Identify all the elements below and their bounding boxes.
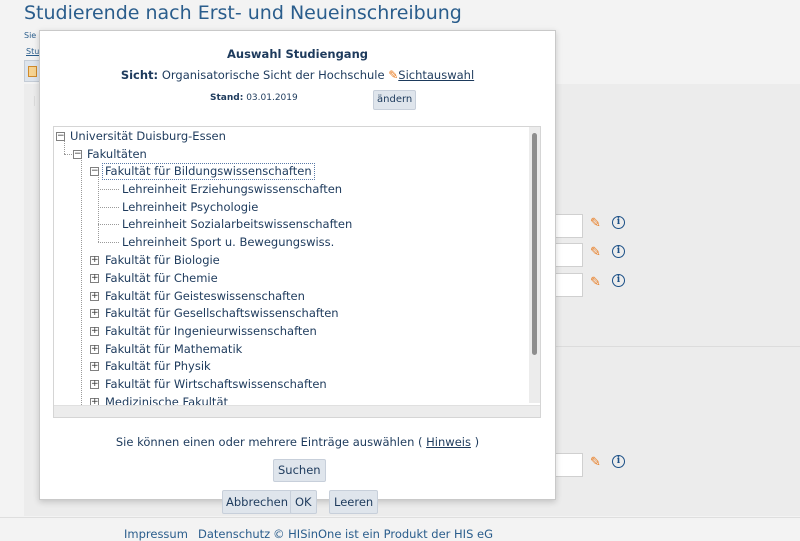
tree-node-faculty[interactable]: Fakultät für Geisteswissenschaften — [105, 289, 305, 304]
tree-node-faculty[interactable]: Fakultät für Wirtschaftswissenschaften — [105, 377, 327, 392]
horizontal-scrollbar[interactable] — [54, 405, 540, 417]
hint-link[interactable]: Hinweis — [426, 435, 471, 449]
toolbar-button[interactable] — [24, 60, 40, 82]
tree-line — [98, 242, 119, 243]
tree-node-faculty[interactable]: Fakultät für Physik — [105, 359, 211, 374]
tree-node-faculty[interactable]: Fakultät für Chemie — [105, 271, 218, 286]
vertical-scrollbar[interactable] — [529, 127, 540, 403]
page-subtitle: Sie — [24, 31, 37, 40]
tree-node-faculty[interactable]: Fakultät für Ingenieurwissenschaften — [105, 324, 317, 339]
stand-label: Stand: — [210, 93, 244, 103]
tree-line — [98, 224, 119, 225]
criteria-input[interactable] — [555, 243, 583, 267]
criteria-input[interactable] — [555, 214, 583, 238]
privacy-link[interactable]: Datenschutz — [198, 527, 270, 541]
expand-toggle[interactable]: + — [90, 292, 99, 301]
expand-toggle[interactable]: + — [90, 256, 99, 265]
hint-text: Sie können einen oder mehrere Einträge a… — [115, 435, 423, 449]
expand-toggle[interactable]: + — [90, 345, 99, 354]
pencil-icon[interactable]: ✎ — [590, 246, 604, 260]
view-select-link[interactable]: Sichtauswahl — [398, 68, 474, 82]
info-icon[interactable]: i — [612, 245, 625, 258]
copyright-text: © HISinOne ist ein Produkt der HIS eG — [273, 527, 494, 541]
scrollbar-thumb[interactable] — [532, 133, 537, 355]
collapse-toggle[interactable]: − — [56, 132, 65, 141]
tree-node-child[interactable]: Lehreinheit Erziehungswissenschaften — [122, 182, 342, 197]
impressum-link[interactable]: Impressum — [124, 527, 188, 541]
info-icon[interactable]: i — [612, 274, 625, 287]
pencil-icon[interactable]: ✎ — [590, 217, 604, 231]
page-title: Studierende nach Erst- und Neueinschreib… — [24, 2, 462, 24]
hint-row: Sie können einen oder mehrere Einträge a… — [40, 435, 555, 449]
criteria-input[interactable] — [555, 453, 583, 477]
tree-node-faculty[interactable]: Fakultät für Gesellschaftswissenschaften — [105, 306, 339, 321]
tree-node-faculty[interactable]: Fakultät für Mathematik — [105, 342, 242, 357]
view-label: Sicht: — [120, 68, 159, 82]
tree-node-fakultaeten[interactable]: Fakultäten — [87, 147, 147, 162]
divider — [34, 96, 35, 106]
tree-node-root[interactable]: Universität Duisburg-Essen — [70, 129, 226, 144]
expand-toggle[interactable]: + — [90, 309, 99, 318]
report-icon — [28, 66, 37, 77]
tree-line — [64, 140, 65, 154]
ok-button[interactable]: OK — [290, 490, 317, 514]
tree-node-faculty[interactable]: Fakultät für Biologie — [105, 253, 220, 268]
tree-line — [98, 189, 119, 190]
cancel-button[interactable]: Abbrechen — [222, 490, 292, 514]
tree-line — [98, 175, 99, 242]
divider — [556, 346, 800, 347]
tree-line — [81, 157, 82, 407]
info-icon[interactable]: i — [612, 216, 625, 229]
collapse-toggle[interactable]: − — [73, 150, 82, 159]
expand-toggle[interactable]: + — [90, 380, 99, 389]
tree-node-child[interactable]: Lehreinheit Sozialarbeitswissenschaften — [122, 217, 352, 232]
tree-node-selected[interactable]: Fakultät für Bildungswissenschaften — [102, 163, 315, 180]
pencil-icon[interactable]: ✎ — [590, 456, 604, 470]
dialog-title: Auswahl Studiengang — [227, 47, 368, 61]
stand-row: Stand: 03.01.2019 — [210, 93, 298, 103]
tree-node-child[interactable]: Lehreinheit Sport u. Bewegungswiss. — [122, 235, 334, 250]
tree-view[interactable]: − Universität Duisburg-Essen − Fakultäte… — [53, 126, 541, 418]
criteria-input[interactable] — [555, 273, 583, 297]
pencil-icon[interactable]: ✎ — [590, 276, 604, 290]
clear-button[interactable]: Leeren — [329, 490, 379, 514]
tree-line — [64, 154, 72, 155]
footer: Impressum Datenschutz © HISinOne ist ein… — [0, 517, 800, 541]
view-value: Organisatorische Sicht der Hochschule — [161, 68, 385, 82]
change-button[interactable]: ändern — [373, 90, 417, 110]
search-button[interactable]: Suchen — [273, 459, 326, 482]
pencil-icon[interactable]: ✎ — [388, 68, 398, 82]
selection-dialog: Auswahl Studiengang Sicht: Organisatoris… — [39, 30, 556, 500]
expand-toggle[interactable]: + — [90, 362, 99, 371]
tree-node-child[interactable]: Lehreinheit Psychologie — [122, 200, 258, 215]
tree-line — [98, 207, 119, 208]
stand-value: 03.01.2019 — [246, 93, 298, 103]
hint-text-end: ) — [474, 435, 480, 449]
view-row: Sicht: Organisatorische Sicht der Hochsc… — [40, 68, 555, 82]
expand-toggle[interactable]: + — [90, 327, 99, 336]
collapse-toggle[interactable]: − — [90, 167, 99, 176]
info-icon[interactable]: i — [612, 455, 625, 468]
expand-toggle[interactable]: + — [90, 274, 99, 283]
